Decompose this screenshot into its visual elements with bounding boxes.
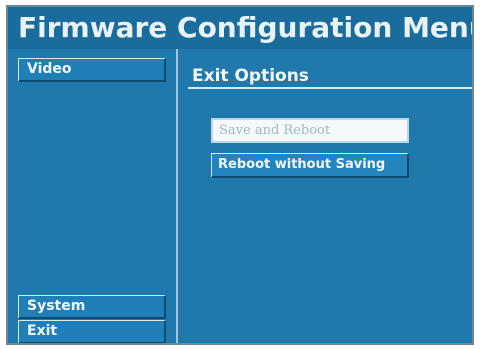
sidebar-item-video[interactable]: Video xyxy=(18,58,166,82)
section-title: Exit Options xyxy=(192,66,309,86)
section-divider xyxy=(188,87,472,89)
sidebar-item-system[interactable]: System xyxy=(18,295,166,319)
save-and-reboot-option[interactable]: Save and Reboot xyxy=(211,118,409,143)
firmware-screen: Firmware Configuration Menu Video System… xyxy=(6,5,474,345)
reboot-without-saving-option[interactable]: Reboot without Saving xyxy=(211,153,409,178)
sidebar: Video System Exit xyxy=(8,49,178,343)
page-title: Firmware Configuration Menu xyxy=(8,7,472,49)
sidebar-item-exit[interactable]: Exit xyxy=(18,320,166,343)
